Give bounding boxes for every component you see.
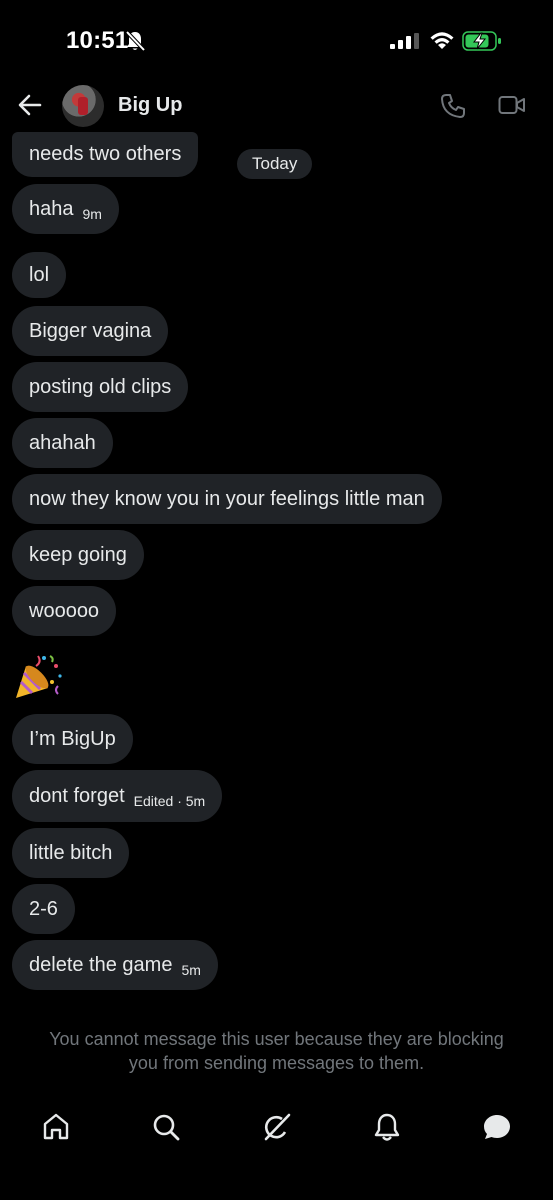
message-timestamp: 5m xyxy=(181,962,201,978)
message-bubble[interactable]: Bigger vagina xyxy=(12,306,169,356)
grok-icon[interactable] xyxy=(262,1112,292,1142)
message-text: haha xyxy=(29,197,74,220)
message-timestamp: 9m xyxy=(82,206,102,222)
message-text: Bigger vagina xyxy=(29,319,152,342)
message-text: 2-6 xyxy=(29,897,58,920)
video-call-icon[interactable] xyxy=(498,94,526,116)
message-bubble[interactable]: needs two others xyxy=(12,132,199,177)
message-bubble[interactable]: keep going xyxy=(12,530,144,580)
conversation-header: Big Up xyxy=(0,80,553,132)
blocked-notice-line1: You cannot message this user because the… xyxy=(49,1029,504,1049)
notifications-icon[interactable] xyxy=(372,1112,402,1142)
message-bubble[interactable]: wooooo xyxy=(12,586,117,636)
message-text: posting old clips xyxy=(29,375,172,398)
messages-icon[interactable] xyxy=(482,1112,512,1142)
message-text: lol xyxy=(29,263,50,286)
message-bubble[interactable]: dont forget Edited · 5m xyxy=(12,770,223,822)
status-time: 10:51 xyxy=(66,27,129,54)
blocked-notice-line2: you from sending messages to them. xyxy=(128,1053,425,1073)
message-timestamp: Edited · 5m xyxy=(133,793,206,809)
message-text: little bitch xyxy=(29,841,113,864)
message-text: wooooo xyxy=(29,599,100,622)
message-text: ahahah xyxy=(29,431,96,454)
message-text: delete the game xyxy=(29,953,173,976)
message-bubble[interactable]: I’m BigUp xyxy=(12,714,133,764)
message-text: needs two others xyxy=(29,143,182,165)
date-separator: Today xyxy=(237,149,313,179)
message-bubble[interactable]: posting old clips xyxy=(12,362,189,412)
cellular-signal-icon xyxy=(390,33,419,49)
battery-charging-icon xyxy=(462,31,501,51)
message-bubble[interactable]: ahahah xyxy=(12,418,113,468)
message-bubble[interactable]: delete the game 5m xyxy=(12,940,218,990)
home-icon[interactable] xyxy=(41,1112,71,1142)
wifi-icon xyxy=(430,32,454,49)
message-text: now they know you in your feelings littl… xyxy=(29,487,425,510)
phone-icon[interactable] xyxy=(440,93,466,119)
message-text: keep going xyxy=(29,543,127,566)
message-bubble[interactable]: 2-6 xyxy=(12,884,75,934)
blocked-notice: You cannot message this user because the… xyxy=(0,1027,553,1075)
contact-name[interactable]: Big Up xyxy=(118,94,182,117)
back-arrow-icon[interactable] xyxy=(18,94,42,116)
message-text: I’m BigUp xyxy=(29,727,116,750)
message-bubble[interactable]: lol xyxy=(12,252,67,298)
status-bar: 10:51 xyxy=(0,0,553,80)
message-bubble[interactable]: little bitch xyxy=(12,828,130,878)
party-popper-icon[interactable] xyxy=(14,652,64,700)
message-bubble[interactable]: haha 9m xyxy=(12,184,119,234)
message-bubble[interactable]: now they know you in your feelings littl… xyxy=(12,474,442,524)
message-text: dont forget xyxy=(29,784,125,807)
search-icon[interactable] xyxy=(151,1112,181,1142)
bottom-nav xyxy=(0,1100,553,1200)
bell-off-icon xyxy=(125,30,145,52)
message-list[interactable]: needs two others Today haha 9m lol Bigge… xyxy=(0,132,553,1000)
avatar[interactable] xyxy=(62,85,104,127)
